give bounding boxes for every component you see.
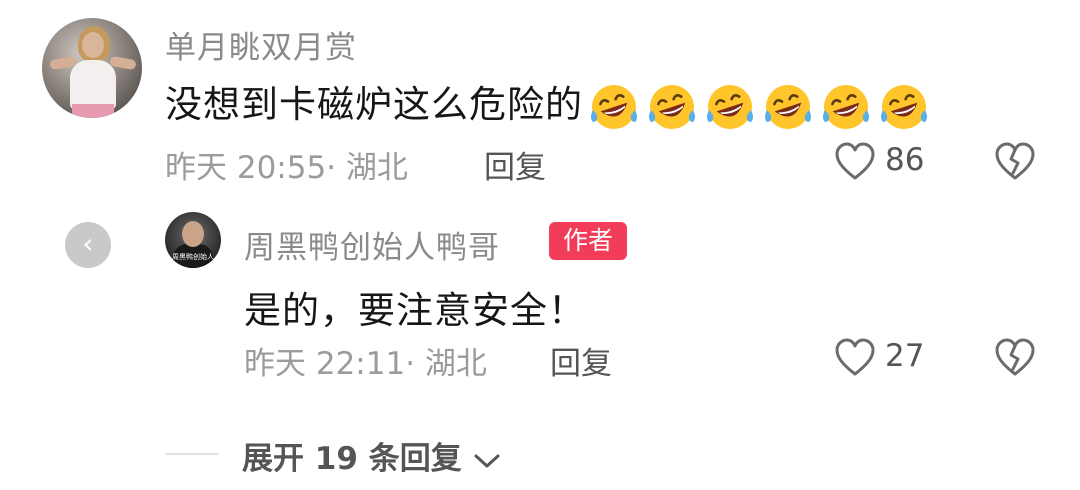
expand-replies-label: 展开 19 条回复 [242,441,462,477]
like-heart-icon[interactable] [834,141,876,183]
reply-button[interactable]: 回复 [484,142,546,187]
comment-text: 没想到卡磁炉这么危险的 [165,74,931,134]
avatar-caption: 周黑鸭创始人 [172,253,214,261]
reply-dislike-broken-heart-icon[interactable] [994,337,1036,379]
laugh-cry-emoji [761,80,815,134]
laugh-cry-emoji [819,80,873,134]
reply-time-location: 昨天 22:11· 湖北 [244,346,487,382]
laugh-cry-emoji [877,80,931,134]
reply-username[interactable]: 周黑鸭创始人鸭哥 [244,222,500,267]
dislike-broken-heart-icon[interactable] [994,141,1036,183]
comment-text-content: 没想到卡磁炉这么危险的 [165,83,583,126]
laugh-cry-emoji [703,80,757,134]
commenter-avatar[interactable] [42,18,142,118]
expand-replies-button[interactable]: 展开 19 条回复 [242,433,501,479]
laugh-cry-emoji [587,80,641,134]
comment-time-location: 昨天 20:55· 湖北 [165,150,408,186]
author-badge: 作者 [549,222,627,260]
expand-divider [165,453,219,455]
commenter-username[interactable]: 单月眺双月赏 [165,22,357,67]
emoji-row [583,83,931,129]
reply-like-count: 27 [885,338,925,374]
reply-reply-button[interactable]: 回复 [550,338,612,383]
like-count: 86 [885,142,925,178]
reply-text: 是的，要注意安全！ [244,289,586,332]
author-avatar[interactable]: 周黑鸭创始人 [165,212,221,268]
collapse-chevron-left-icon[interactable]: ‹ [65,222,111,268]
reply-like-heart-icon[interactable] [834,337,876,379]
chevron-down-icon [473,443,501,479]
laugh-cry-emoji [645,80,699,134]
